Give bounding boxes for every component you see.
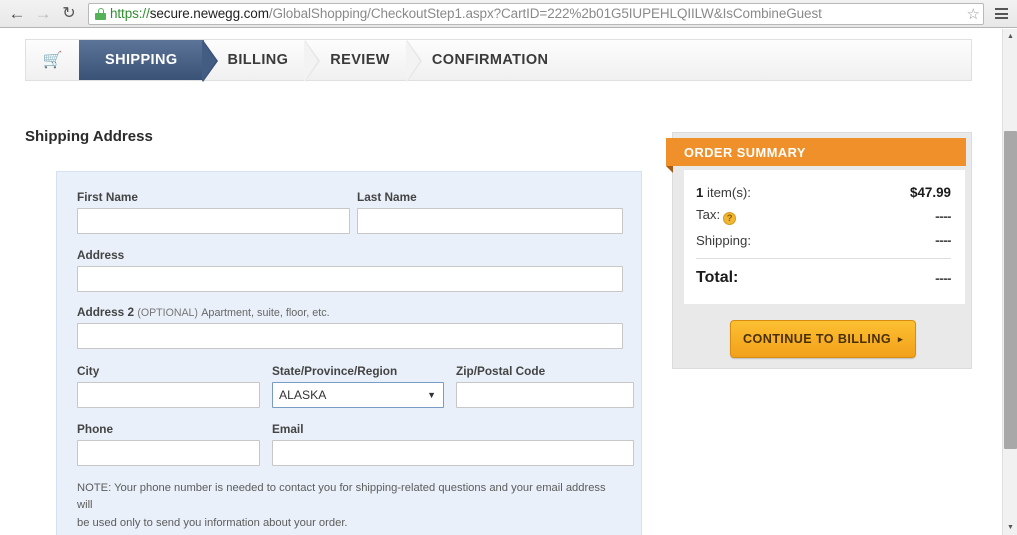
page-scrollbar[interactable]: ▲ ▼ — [1002, 29, 1017, 535]
state-select[interactable]: ALASKA ▼ — [272, 382, 444, 408]
scrollbar-thumb[interactable] — [1004, 131, 1017, 449]
step-chevron-inner-icon — [405, 40, 420, 82]
hamburger-menu-icon[interactable] — [988, 1, 1014, 27]
first-name-input[interactable] — [77, 208, 350, 234]
items-label-text: item(s): — [703, 184, 751, 200]
shipping-cost-value: ---- — [935, 232, 951, 248]
items-label: 1 item(s): — [696, 185, 751, 200]
checkout-step-billing[interactable]: BILLING — [204, 40, 321, 82]
reload-icon[interactable]: ↻ — [56, 1, 82, 27]
order-summary-heading: ORDER SUMMARY — [666, 138, 966, 166]
first-name-label: First Name — [77, 190, 138, 204]
address2-input[interactable] — [77, 323, 623, 349]
shipping-address-form: First Name Last Name Address Address 2 (… — [56, 171, 642, 535]
address2-label: Address 2 (OPTIONAL) Apartment, suite, f… — [77, 305, 621, 319]
right-triangle-icon: ▸ — [898, 333, 903, 344]
ribbon-fold-decoration — [666, 166, 673, 173]
continue-to-billing-label: CONTINUE TO BILLING — [743, 332, 892, 346]
shopping-cart-icon: 🛒 — [42, 52, 63, 69]
checkout-step-billing-label: BILLING — [227, 52, 289, 68]
total-label: Total: — [696, 269, 739, 286]
total-row: Total: ---- — [696, 258, 951, 287]
last-name-input[interactable] — [357, 208, 623, 234]
zip-field-group: Zip/Postal Code — [456, 364, 634, 408]
address-row: Address — [77, 248, 623, 292]
address-bar[interactable]: https://secure.newegg.com/GlobalShopping… — [88, 2, 984, 25]
forward-arrow-icon: → — [34, 4, 52, 23]
shipping-cost-label: Shipping: — [696, 232, 751, 248]
first-name-field-group: First Name — [77, 190, 350, 234]
address2-label-text: Address 2 — [77, 305, 135, 319]
question-mark-help-icon[interactable]: ? — [723, 212, 737, 225]
url-host: secure.newegg.com — [149, 6, 269, 21]
tax-row: Tax:? ---- — [696, 204, 951, 228]
phone-field-group: Phone — [77, 422, 260, 466]
city-input[interactable] — [77, 382, 260, 408]
state-select-value: ALASKA — [279, 388, 327, 402]
browser-toolbar: ← → ↻ https://secure.newegg.com/GlobalSh… — [0, 0, 1017, 28]
phone-label: Phone — [77, 422, 114, 436]
city-label: City — [77, 364, 100, 378]
last-name-label: Last Name — [357, 190, 417, 204]
step-chevron-inner-icon — [304, 40, 319, 82]
city-field-group: City — [77, 364, 260, 408]
url-path: /GlobalShopping/CheckoutStep1.aspx?CartI… — [268, 6, 822, 21]
phone-email-row: Phone Email — [77, 422, 634, 466]
url-text: https://secure.newegg.com/GlobalShopping… — [110, 6, 822, 21]
order-summary-panel: ORDER SUMMARY 1 item(s): $47.99 Tax:? --… — [666, 132, 972, 369]
tax-label-wrap: Tax:? — [696, 207, 737, 225]
email-label: Email — [272, 422, 304, 436]
address2-row: Address 2 (OPTIONAL) Apartment, suite, f… — [77, 305, 623, 349]
lock-icon — [95, 7, 106, 20]
page-title: Shipping Address — [25, 128, 153, 145]
chevron-down-icon: ▼ — [427, 390, 436, 400]
note-line-1: NOTE: Your phone number is needed to con… — [77, 482, 606, 512]
shipping-cost-row: Shipping: ---- — [696, 228, 951, 252]
checkout-step-review-label: REVIEW — [330, 52, 390, 68]
state-field-group: State/Province/Region ALASKA ▼ — [272, 364, 444, 408]
bookmark-star-icon[interactable]: ☆ — [964, 4, 980, 23]
city-state-zip-row: City State/Province/Region ALASKA ▼ Zip/… — [77, 364, 634, 408]
checkout-step-confirmation[interactable]: CONFIRMATION — [408, 40, 567, 80]
checkout-step-shipping-label: SHIPPING — [105, 52, 178, 68]
continue-to-billing-button[interactable]: CONTINUE TO BILLING ▸ — [730, 320, 916, 358]
back-arrow-icon[interactable]: ← — [4, 1, 30, 27]
name-row: First Name Last Name — [77, 190, 623, 234]
email-input[interactable] — [272, 440, 634, 466]
items-row: 1 item(s): $47.99 — [696, 180, 951, 204]
state-label: State/Province/Region — [272, 364, 398, 378]
checkout-step-shipping[interactable]: SHIPPING — [79, 40, 218, 82]
tax-value: ---- — [935, 208, 951, 224]
last-name-field-group: Last Name — [357, 190, 623, 234]
address-input[interactable] — [77, 266, 623, 292]
privacy-note: NOTE: Your phone number is needed to con… — [77, 480, 623, 535]
scroll-down-arrow-icon[interactable]: ▼ — [1003, 520, 1017, 535]
scroll-up-arrow-icon[interactable]: ▲ — [1003, 29, 1017, 44]
address2-hint-text: Apartment, suite, floor, etc. — [201, 307, 330, 319]
step-chevron-inner-icon — [201, 40, 216, 82]
checkout-step-confirmation-label: CONFIRMATION — [431, 52, 549, 68]
url-scheme: https:// — [110, 6, 150, 21]
total-value: ---- — [935, 270, 951, 286]
tax-label: Tax: — [696, 207, 721, 222]
order-summary-card: 1 item(s): $47.99 Tax:? ---- Shipping: -… — [684, 170, 965, 304]
checkout-step-review[interactable]: REVIEW — [306, 40, 422, 82]
email-field-group: Email — [272, 422, 634, 466]
checkout-progress-bar: 🛒 SHIPPING BILLING REVIEW CONFIRMATION — [25, 39, 972, 82]
phone-input[interactable] — [77, 440, 260, 466]
zip-label: Zip/Postal Code — [456, 364, 546, 378]
items-value: $47.99 — [910, 184, 951, 200]
page-viewport: 🛒 SHIPPING BILLING REVIEW CONFIRMATION S… — [0, 29, 1002, 535]
address-label: Address — [77, 248, 125, 262]
address2-optional-text: (OPTIONAL) — [137, 307, 198, 319]
zip-input[interactable] — [456, 382, 634, 408]
note-line-2: be used only to send you information abo… — [77, 516, 348, 529]
